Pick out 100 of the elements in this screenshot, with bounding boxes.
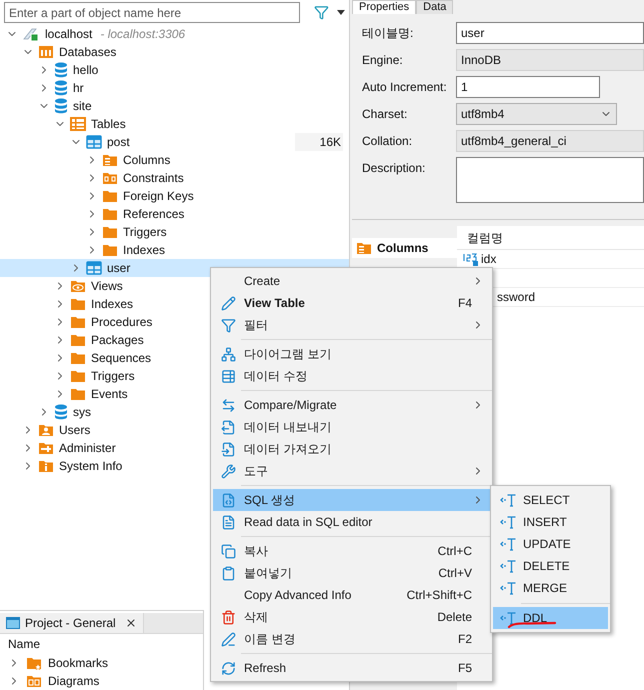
- section-tab[interactable]: Columns: [352, 238, 457, 258]
- menu-item[interactable]: Compare/Migrate: [213, 394, 490, 416]
- numeric-type-icon: [463, 252, 479, 266]
- description-field[interactable]: [456, 157, 644, 203]
- menu-item[interactable]: 삭제 Delete: [213, 606, 490, 628]
- menu-item[interactable]: DDL: [493, 607, 608, 629]
- menu-item[interactable]: MERGE: [493, 577, 608, 599]
- menu-item[interactable]: SELECT: [493, 489, 608, 511]
- shortcut: Ctrl+C: [438, 543, 472, 560]
- panel-tab[interactable]: Project - General: [0, 613, 144, 633]
- tree-item-label: Packages: [91, 332, 144, 349]
- menu-item-label: View Table: [244, 295, 305, 312]
- menu-item-label: 데이터 내보내기: [244, 419, 332, 436]
- tree-item-label: References: [123, 206, 184, 223]
- menu-item[interactable]: 데이터 가져오기: [213, 438, 490, 460]
- shortcut: Ctrl+Shift+C: [406, 587, 472, 604]
- search-field[interactable]: Enter a part of object name here: [4, 2, 300, 23]
- menu-item[interactable]: 이름 변경 F2: [213, 628, 490, 650]
- folder-icon: [70, 369, 86, 383]
- folder-icon: [70, 333, 86, 347]
- tree-item[interactable]: Foreign Keys: [0, 187, 349, 205]
- tree-item-label: Views: [91, 278, 123, 295]
- database-icon: [54, 80, 68, 96]
- close-icon[interactable]: [124, 616, 137, 629]
- tree-item-label: post: [107, 134, 130, 151]
- filter-icon[interactable]: [314, 5, 330, 20]
- tree-item[interactable]: localhost - localhost:3306: [0, 25, 349, 43]
- menu-item-label: 필터: [244, 317, 268, 334]
- eye-folder-icon: [70, 279, 86, 293]
- tree-item-label: hello: [73, 62, 98, 79]
- menu-item[interactable]: 데이터 수정: [213, 365, 490, 387]
- menu-item[interactable]: 복사 Ctrl+C: [213, 540, 490, 562]
- tree-item[interactable]: post 16K: [0, 133, 349, 151]
- editor-tab[interactable]: Data: [416, 0, 454, 14]
- tree-item-label: user: [107, 260, 130, 277]
- tree-item[interactable]: Triggers: [0, 223, 349, 241]
- menu-item[interactable]: Copy Advanced Info Ctrl+Shift+C: [213, 584, 490, 606]
- menu-item-label: UPDATE: [523, 536, 571, 553]
- tree-item[interactable]: Columns: [0, 151, 349, 169]
- editor-tab[interactable]: Properties: [352, 0, 416, 14]
- menu-item[interactable]: 붙여넣기 Ctrl+V: [213, 562, 490, 584]
- text-field[interactable]: 1: [456, 76, 600, 98]
- menu-item-label: Copy Advanced Info: [244, 587, 352, 604]
- shortcut: Delete: [437, 609, 472, 626]
- sql-template-icon: [499, 581, 517, 595]
- tree-item[interactable]: site: [0, 97, 349, 115]
- menu-item[interactable]: View Table F4: [213, 292, 490, 314]
- tree-item-label: Triggers: [91, 368, 135, 385]
- tree-item-label: sys: [73, 404, 91, 421]
- menu-item-label: SQL 생성: [244, 492, 295, 509]
- tree-item-label: site: [73, 98, 92, 115]
- server-icon: [22, 26, 40, 42]
- plug-folder-icon: [38, 441, 54, 455]
- menu-item[interactable]: SQL 생성: [213, 489, 490, 511]
- menu-item[interactable]: INSERT: [493, 511, 608, 533]
- field-label: Engine:: [362, 52, 404, 69]
- tree-item[interactable]: Tables: [0, 115, 349, 133]
- menu-item[interactable]: DELETE: [493, 555, 608, 577]
- tree-item[interactable]: Bookmarks: [0, 654, 203, 672]
- menu-item-label: DDL: [523, 610, 548, 627]
- menu-item-label: INSERT: [523, 514, 567, 531]
- menu-item[interactable]: 데이터 내보내기: [213, 416, 490, 438]
- tree-item-label: Indexes: [91, 296, 134, 313]
- user-folder-icon: [38, 423, 54, 437]
- text-field[interactable]: user: [456, 22, 644, 44]
- tools-icon: [221, 464, 236, 478]
- tree-item-label: Databases: [59, 44, 116, 61]
- menu-item[interactable]: 도구: [213, 460, 490, 482]
- folder-icon: [102, 189, 118, 203]
- tree-item[interactable]: hr: [0, 79, 349, 97]
- menu-item-label: 삭제: [244, 609, 268, 626]
- column-header: Name: [8, 636, 40, 653]
- shortcut: F4: [458, 295, 472, 312]
- sql-template-icon: [499, 537, 517, 551]
- tree-item-label: Events: [91, 386, 128, 403]
- grid-folder-icon: [38, 45, 54, 59]
- dropdown[interactable]: utf8mb4: [456, 103, 617, 125]
- table-folder-icon: [70, 117, 86, 131]
- tree-item[interactable]: References: [0, 205, 349, 223]
- dropdown-arrow-icon[interactable]: [337, 10, 345, 15]
- menu-item[interactable]: Refresh F5: [213, 657, 490, 679]
- tree-item-label: Sequences: [91, 350, 152, 367]
- table-icon: [86, 261, 102, 275]
- menu-item-label: Refresh: [244, 660, 286, 677]
- table-icon: [86, 135, 102, 149]
- tree-item-label: Users: [59, 422, 90, 439]
- folder-icon: [102, 225, 118, 239]
- shortcut: Ctrl+V: [438, 565, 472, 582]
- tree-item[interactable]: Databases: [0, 43, 349, 61]
- tree-item-label: Columns: [123, 152, 170, 169]
- tree-item[interactable]: Diagrams: [0, 672, 203, 690]
- menu-item[interactable]: Read data in SQL editor: [213, 511, 490, 533]
- field-label: Description:: [362, 160, 426, 177]
- tree-item[interactable]: Constraints: [0, 169, 349, 187]
- sql-template-icon: [499, 493, 517, 507]
- tree-item-label: Diagrams: [48, 673, 100, 690]
- tree-item[interactable]: Indexes: [0, 241, 349, 259]
- tree-item[interactable]: hello: [0, 61, 349, 79]
- menu-item[interactable]: UPDATE: [493, 533, 608, 555]
- columns-folder-icon: [356, 241, 372, 255]
